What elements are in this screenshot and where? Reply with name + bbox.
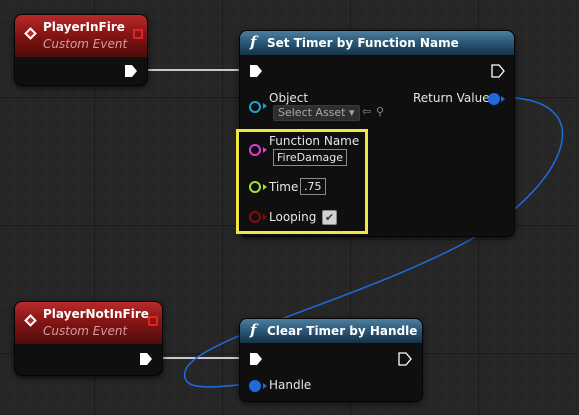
chevron-down-icon: ▾ [349,106,355,119]
object-pin-arrow [263,103,267,109]
event-title: PlayerNotInFire [43,307,149,321]
handle-pin[interactable] [249,380,261,392]
node-title: Clear Timer by Handle [267,324,418,338]
event-subtitle: Custom Event [43,37,128,51]
exec-in-pin[interactable] [249,64,263,78]
return-value-label: Return Value [413,91,490,105]
delegate-pin-icon[interactable] [133,29,143,39]
exec-out-pin[interactable] [398,352,412,366]
highlight-box [236,129,368,234]
exec-out-pin[interactable] [139,352,153,366]
function-f-icon: f [250,33,257,51]
return-value-pin-arrow [501,96,505,102]
exec-out-pin[interactable] [124,64,138,78]
delegate-pin-icon[interactable] [148,316,158,326]
event-title: PlayerInFire [43,20,125,34]
handle-pin-arrow [263,383,267,389]
function-f-icon: f [250,321,257,339]
exec-in-pin[interactable] [249,352,263,366]
browse-search-icon[interactable]: ⚲ [376,105,384,118]
return-value-pin[interactable] [488,93,500,105]
event-node-player-in-fire[interactable]: PlayerInFire Custom Event [14,14,148,86]
select-asset-dropdown[interactable]: Select Asset ▾ [273,105,360,121]
exec-out-pin[interactable] [491,64,505,78]
event-subtitle: Custom Event [43,324,128,338]
handle-label: Handle [269,378,312,392]
node-clear-timer-by-handle[interactable]: f Clear Timer by Handle Handle [239,318,423,402]
node-title: Set Timer by Function Name [267,36,459,50]
use-selected-arrow-icon[interactable]: ⇦ [362,105,371,118]
object-pin[interactable] [249,101,261,113]
select-asset-text: Select Asset [278,106,346,119]
object-label: Object [269,91,309,105]
event-node-player-not-in-fire[interactable]: PlayerNotInFire Custom Event [14,301,163,376]
